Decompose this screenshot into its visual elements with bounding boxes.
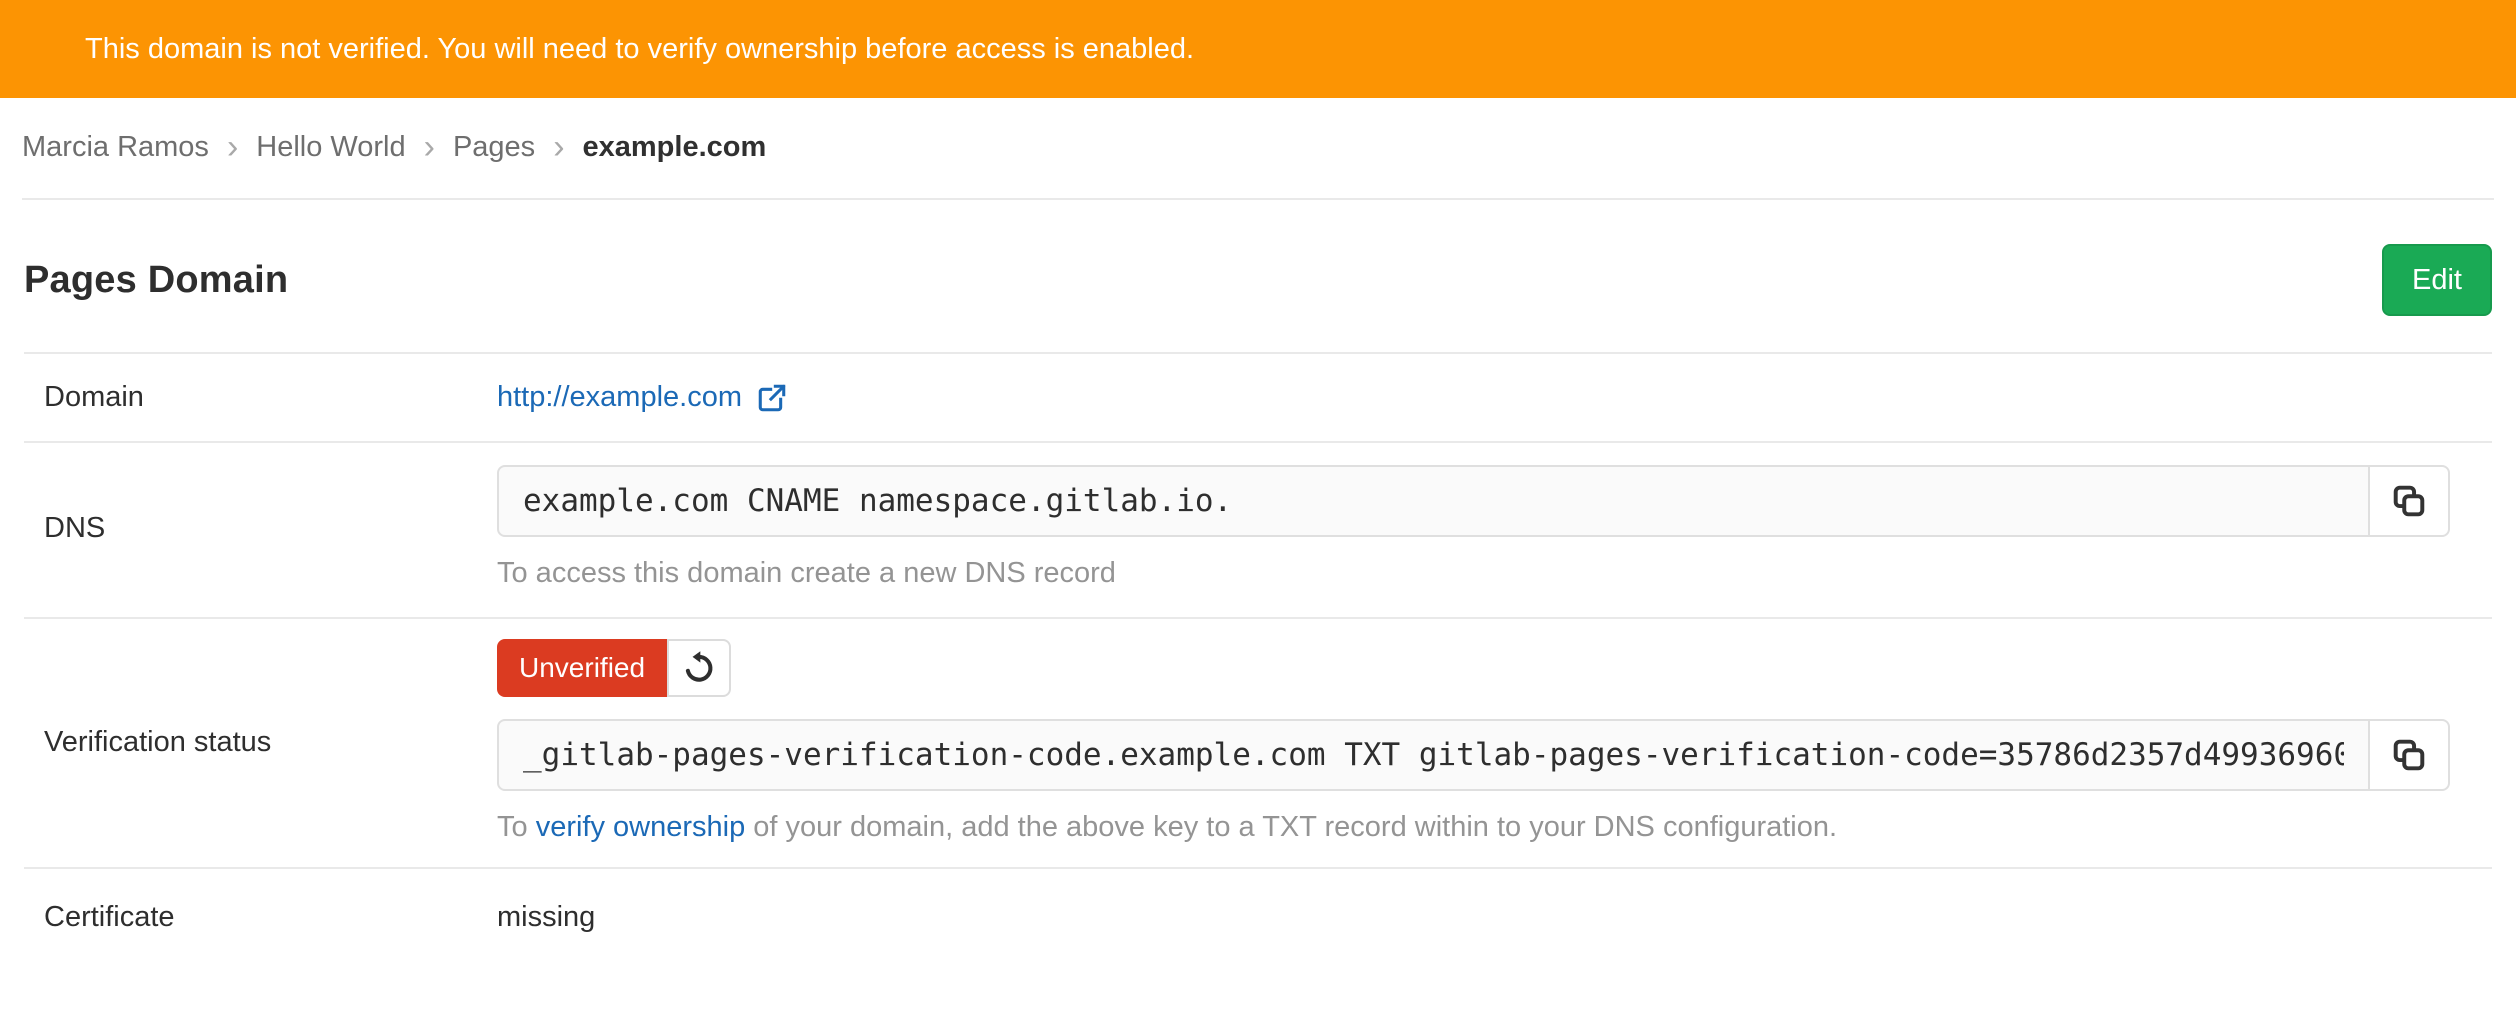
dns-row: DNS To access this domain create a new D… <box>24 443 2492 619</box>
domain-value: http://example.com <box>497 381 2492 414</box>
dns-input-group <box>497 465 2450 537</box>
breadcrumb-item-current-domain: example.com <box>583 128 767 166</box>
verification-row: Verification status Unverified <box>24 619 2492 869</box>
retry-verification-button[interactable] <box>667 639 731 697</box>
dns-value: To access this domain create a new DNS r… <box>497 465 2492 591</box>
verification-copy-button[interactable] <box>2368 719 2450 791</box>
chevron-right-icon: › <box>424 130 435 164</box>
verification-help-text: To verify ownership of your domain, add … <box>497 809 2492 845</box>
page-title: Pages Domain <box>24 259 288 302</box>
chevron-right-icon: › <box>553 130 564 164</box>
certificate-status-text: missing <box>497 901 595 933</box>
warning-banner-text: This domain is not verified. You will ne… <box>85 33 1194 66</box>
verification-record-input[interactable] <box>497 719 2370 791</box>
dns-help-text: To access this domain create a new DNS r… <box>497 555 2492 591</box>
verification-status-group: Unverified <box>497 639 2492 697</box>
domain-row: Domain http://example.com <box>24 354 2492 443</box>
verification-input-group <box>497 719 2450 791</box>
verification-value: Unverified <box>497 639 2492 845</box>
breadcrumb-item-pages[interactable]: Pages <box>453 128 535 166</box>
domain-label: Domain <box>44 381 497 414</box>
verification-help-suffix: of your domain, add the above key to a T… <box>745 811 1837 843</box>
copy-icon <box>2390 482 2428 520</box>
unverified-status-badge: Unverified <box>497 639 667 697</box>
chevron-right-icon: › <box>227 130 238 164</box>
breadcrumb-item-user[interactable]: Marcia Ramos <box>22 128 209 166</box>
verification-label: Verification status <box>44 726 497 759</box>
verify-ownership-link[interactable]: verify ownership <box>536 811 746 843</box>
domain-link-text: http://example.com <box>497 381 742 414</box>
dns-label: DNS <box>44 512 497 545</box>
warning-banner: This domain is not verified. You will ne… <box>0 0 2516 98</box>
dns-record-input[interactable] <box>497 465 2370 537</box>
domain-details: Domain http://example.com DNS <box>24 352 2492 966</box>
external-link-icon <box>756 382 788 414</box>
breadcrumb: Marcia Ramos › Hello World › Pages › exa… <box>22 98 2494 200</box>
edit-button[interactable]: Edit <box>2382 244 2492 316</box>
page-header: Pages Domain Edit <box>24 200 2492 352</box>
copy-icon <box>2390 736 2428 774</box>
certificate-value: missing <box>497 901 2492 934</box>
certificate-row: Certificate missing <box>24 869 2492 966</box>
breadcrumb-item-project[interactable]: Hello World <box>256 128 405 166</box>
retry-icon <box>681 650 717 686</box>
dns-copy-button[interactable] <box>2368 465 2450 537</box>
certificate-label: Certificate <box>44 901 497 934</box>
verification-help-prefix: To <box>497 811 536 843</box>
domain-link[interactable]: http://example.com <box>497 381 788 414</box>
